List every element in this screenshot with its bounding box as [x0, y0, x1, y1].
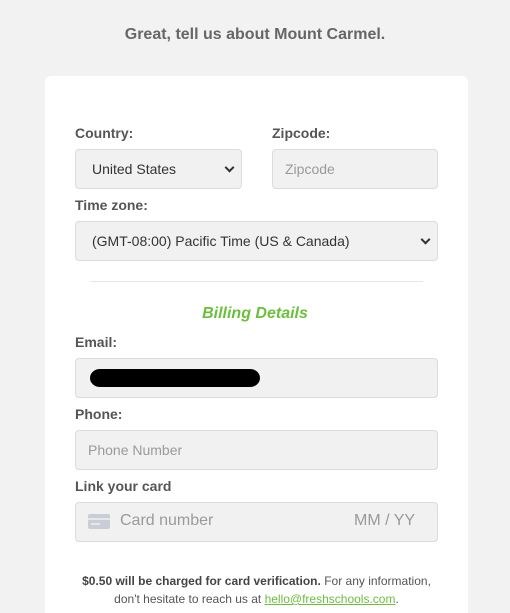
phone-label: Phone: [75, 406, 123, 422]
country-select[interactable]: United States [75, 149, 242, 189]
zipcode-placeholder: Zipcode [285, 161, 335, 177]
email-value-redacted [90, 369, 260, 387]
billing-title: Billing Details [202, 305, 308, 322]
timezone-select[interactable]: (GMT-08:00) Pacific Time (US & Canada) [75, 221, 438, 261]
page-heading: Great, tell us about Mount Carmel. [124, 26, 386, 43]
footnote-period: . [395, 592, 399, 606]
verification-charge-text: $0.50 will be charged for card verificat… [82, 574, 321, 588]
card-label: Link your card [75, 478, 172, 494]
credit-card-icon [88, 514, 110, 529]
country-label: Country: [75, 125, 134, 141]
phone-field[interactable]: Phone Number [75, 430, 438, 470]
verification-note: $0.50 will be charged for card verificat… [75, 572, 438, 608]
card-expiry-input[interactable]: MM / YY [354, 512, 415, 530]
email-label: Email: [75, 334, 118, 350]
support-email-link[interactable]: hello@freshschools.com [265, 592, 396, 606]
section-divider [90, 281, 423, 282]
phone-placeholder: Phone Number [88, 442, 183, 458]
timezone-value: (GMT-08:00) Pacific Time (US & Canada) [92, 233, 350, 249]
chevron-down-icon [420, 234, 431, 245]
country-value: United States [92, 161, 177, 177]
timezone-label: Time zone: [75, 197, 148, 213]
chevron-down-icon [224, 162, 235, 173]
zipcode-input[interactable]: Zipcode [272, 149, 438, 189]
card-number-input[interactable]: Card number [120, 512, 213, 530]
zipcode-label: Zipcode: [272, 125, 331, 141]
